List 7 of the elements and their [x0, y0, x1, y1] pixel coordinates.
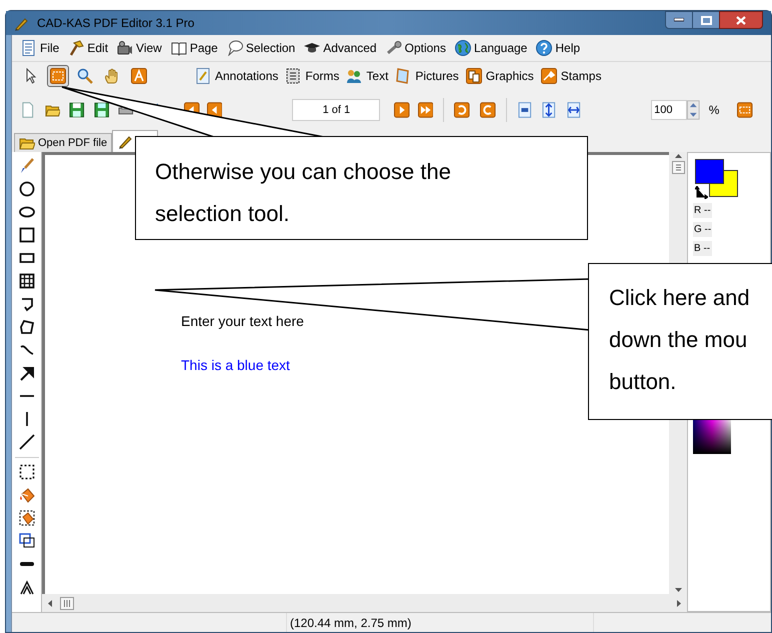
channel-value: B --	[693, 241, 712, 256]
callout-text: Otherwise you can choose the selection tool.	[155, 158, 452, 228]
channel-value: G --	[693, 222, 712, 237]
zoom-unit: %	[708, 102, 720, 119]
window-title: CAD-KAS PDF Editor 3.1 Pro	[37, 15, 194, 32]
channel-value: R --	[693, 203, 712, 218]
status-coordinates: (120.44 mm, 2.75 mm)	[289, 614, 412, 632]
